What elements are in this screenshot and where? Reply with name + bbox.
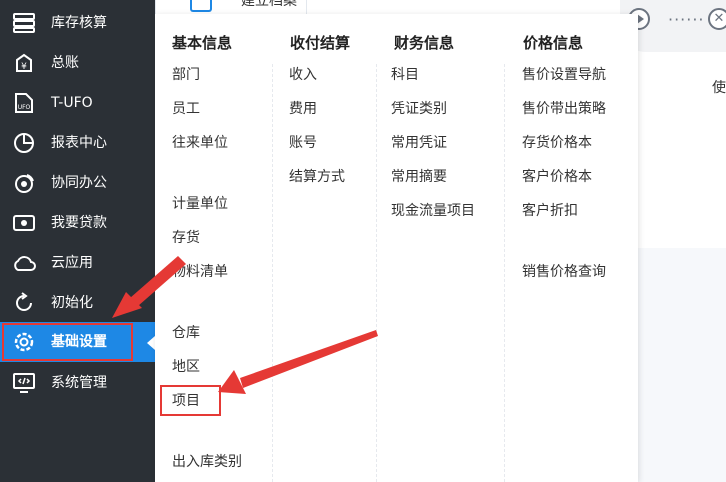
sidebar-item-loan[interactable]: 我要贷款: [0, 203, 155, 243]
cloud-icon: [12, 252, 36, 274]
basic-settings-menu: 基本信息 收付结算 财务信息 价格信息 部门 员工 往来单位 计量单位 存货 物…: [155, 14, 638, 482]
sidebar-item-collaboration[interactable]: 协同办公: [0, 163, 155, 203]
sidebar: 库存核算 ¥ 总账 UFO T-UFO 报表中心 协同办公 我要贷款 云应用 初…: [0, 0, 155, 482]
menu-item-unit-of-measure[interactable]: 计量单位: [172, 195, 228, 213]
menu-item-region[interactable]: 地区: [172, 358, 200, 376]
init-icon: [12, 292, 36, 314]
highlight-box-project: [160, 385, 221, 416]
svg-text:UFO: UFO: [18, 104, 31, 111]
sidebar-item-initialize[interactable]: 初始化: [0, 283, 155, 323]
menu-item-inventory-price-book[interactable]: 存货价格本: [522, 134, 592, 152]
sidebar-item-ledger[interactable]: ¥ 总账: [0, 43, 155, 83]
menu-item-expense[interactable]: 费用: [289, 100, 317, 118]
column-divider: [504, 64, 505, 482]
background-tab-label: 建立档案: [241, 0, 297, 9]
column-header-finance: 财务信息: [394, 34, 455, 52]
ufo-icon: UFO: [12, 92, 36, 114]
sidebar-item-system-management[interactable]: 系统管理: [0, 363, 155, 403]
workspace-side-text: 使: [712, 80, 726, 96]
sidebar-item-label: 总账: [51, 55, 79, 71]
menu-item-sales-price-query[interactable]: 销售价格查询: [522, 263, 606, 281]
close-icon[interactable]: ✕: [708, 8, 726, 30]
menu-item-cash-flow-item[interactable]: 现金流量项目: [391, 202, 475, 220]
menu-item-employee[interactable]: 员工: [172, 100, 200, 118]
sidebar-item-label: T-UFO: [51, 95, 93, 111]
report-icon: [12, 132, 36, 154]
sidebar-item-t-ufo[interactable]: UFO T-UFO: [0, 83, 155, 123]
collab-icon: [12, 172, 36, 194]
column-header-payment: 收付结算: [290, 34, 351, 52]
column-divider: [376, 64, 377, 482]
menu-item-settlement-method[interactable]: 结算方式: [289, 168, 345, 186]
archive-icon: [190, 0, 212, 12]
sidebar-item-label: 协同办公: [51, 175, 107, 191]
menu-item-price-setup-nav[interactable]: 售价设置导航: [522, 66, 606, 84]
sidebar-item-label: 初始化: [51, 295, 93, 311]
menu-item-warehouse[interactable]: 仓库: [172, 324, 200, 342]
menu-item-subject[interactable]: 科目: [391, 66, 419, 84]
menu-item-voucher-type[interactable]: 凭证类别: [391, 100, 447, 118]
highlight-box-sidebar: [2, 323, 133, 361]
menu-item-income[interactable]: 收入: [289, 66, 317, 84]
column-header-basic-info: 基本信息: [172, 34, 233, 52]
sidebar-item-label: 我要贷款: [51, 215, 107, 231]
menu-item-customer-discount[interactable]: 客户折扣: [522, 202, 578, 220]
inventory-icon: [12, 12, 36, 34]
menu-item-bill-of-materials[interactable]: 物料清单: [172, 263, 228, 281]
column-divider: [272, 64, 273, 482]
sidebar-item-report-center[interactable]: 报表中心: [0, 123, 155, 163]
svg-text:¥: ¥: [21, 62, 27, 72]
ledger-icon: ¥: [12, 52, 36, 74]
sidebar-item-cloud-apps[interactable]: 云应用: [0, 243, 155, 283]
sidebar-item-label: 系统管理: [51, 375, 107, 391]
menu-item-business-partner[interactable]: 往来单位: [172, 134, 228, 152]
system-icon: [12, 372, 36, 394]
menu-item-common-summary[interactable]: 常用摘要: [391, 168, 447, 186]
menu-item-account[interactable]: 账号: [289, 134, 317, 152]
sidebar-item-inventory-accounting[interactable]: 库存核算: [0, 3, 155, 43]
sidebar-item-label: 库存核算: [51, 15, 107, 31]
menu-item-customer-price-book[interactable]: 客户价格本: [522, 168, 592, 186]
menu-item-price-strategy[interactable]: 售价带出策略: [522, 100, 606, 118]
sidebar-item-label: 报表中心: [51, 135, 107, 151]
menu-item-inventory[interactable]: 存货: [172, 229, 200, 247]
menu-item-common-voucher[interactable]: 常用凭证: [391, 134, 447, 152]
sidebar-item-label: 云应用: [51, 255, 93, 271]
menu-item-department[interactable]: 部门: [172, 66, 200, 84]
menu-item-stock-io-category[interactable]: 出入库类别: [172, 453, 242, 471]
ellipsis-icon: ······: [668, 10, 705, 29]
loan-icon: [12, 212, 36, 234]
column-header-price: 价格信息: [523, 34, 584, 52]
